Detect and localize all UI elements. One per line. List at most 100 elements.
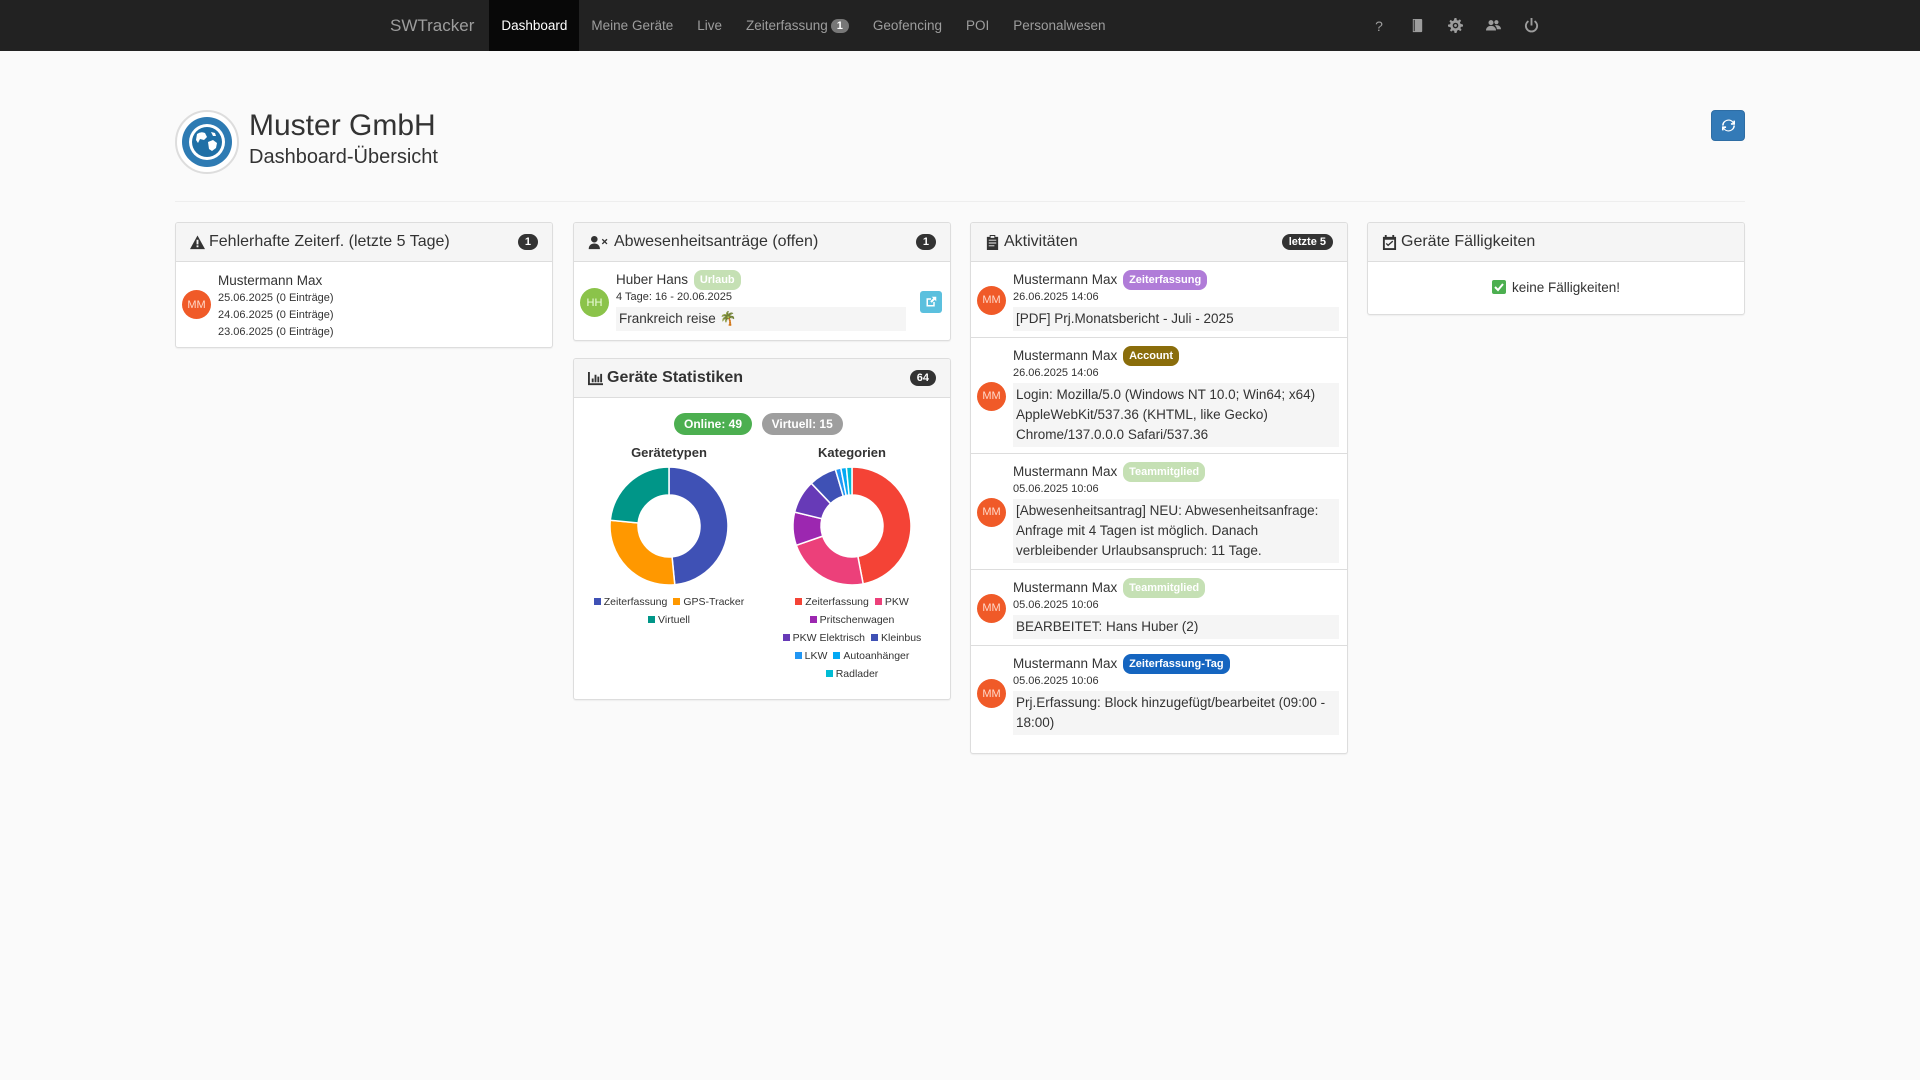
legend-label: Virtuell xyxy=(658,614,690,626)
avatar: MM xyxy=(977,381,1006,411)
legend-swatch xyxy=(648,616,656,623)
entry-message: Frankreich reise 🌴 xyxy=(616,307,906,331)
slice-zeiterfassung xyxy=(851,466,912,585)
legend-item: PKW Elektrisch xyxy=(782,632,865,644)
activity-item[interactable]: MM Mustermann Max Zeiterfassung-Tag 05.06.… xyxy=(971,646,1347,741)
chart-title: Kategorien xyxy=(818,445,886,460)
gear-icon[interactable] xyxy=(1436,0,1474,51)
legend-swatch xyxy=(794,652,802,659)
panel-abwesenheitsantraege: Abwesenheitsanträge (offen) 1 HH Huber H… xyxy=(573,222,951,341)
warning-icon xyxy=(190,234,205,250)
legend-label: Zeiterfassung xyxy=(603,596,668,608)
avatar: HH xyxy=(580,288,609,317)
activity-label: Teammitglied xyxy=(1123,578,1206,598)
page-header: Muster GmbH Dashboard-Übersicht xyxy=(175,108,1745,202)
panel-heading: Aktivitäten letzte 5 xyxy=(971,223,1347,262)
nav-live[interactable]: Live xyxy=(685,0,734,51)
legend-swatch xyxy=(593,598,601,605)
brand-link[interactable]: SWTracker xyxy=(378,0,489,51)
entry-message: Login: Mozilla/5.0 (Windows NT 10.0; Win… xyxy=(1013,383,1339,447)
count-badge: 64 xyxy=(909,370,936,386)
book-icon[interactable] xyxy=(1398,0,1436,51)
entry-message: [PDF] Prj.Monatsbericht - Juli - 2025 xyxy=(1013,307,1339,331)
online-pill: Online: 49 xyxy=(674,413,753,435)
avatar: MM xyxy=(977,679,1006,708)
entry-date: 4 Tage: 16 - 20.06.2025 xyxy=(616,291,733,303)
check-icon xyxy=(1491,280,1506,294)
nav-personalwesen[interactable]: Personalwesen xyxy=(1001,0,1117,51)
clipboard-icon xyxy=(985,234,1000,250)
entry-name: Mustermann Max xyxy=(1013,464,1118,479)
panel-heading: Fehlerhafte Zeiterf. (letzte 5 Tage) 1 xyxy=(176,223,552,262)
help-glyph: ? xyxy=(1375,17,1383,34)
nav-geofencing-label: Geofencing xyxy=(872,18,942,33)
activity-item[interactable]: MM Mustermann Max Teammitglied 05.06.2025 … xyxy=(971,454,1347,570)
legend-swatch xyxy=(825,670,833,677)
nav-dashboard[interactable]: Dashboard xyxy=(489,0,580,51)
donut-chart xyxy=(792,466,912,586)
legend-label: GPS-Tracker xyxy=(683,596,745,608)
panel-heading: Abwesenheitsanträge (offen) 1 xyxy=(574,223,950,262)
activity-item[interactable]: MM Mustermann Max Account 26.06.2025 14:06… xyxy=(971,338,1347,454)
activity-list: MM Mustermann Max Zeiterfassung 26.06.2025… xyxy=(971,262,1347,741)
chart-legend: Zeiterfassung GPS-Tracker Virtuell xyxy=(584,593,754,629)
avatar: MM xyxy=(182,290,211,319)
entry-date: 24.06.2025 (0 Einträge) xyxy=(218,309,334,321)
legend-swatch xyxy=(809,616,817,623)
list-item[interactable]: HH Huber Hans Urlaub 4 Tage: 16 - 20.06.… xyxy=(574,262,950,337)
entry-date: 05.06.2025 10:06 xyxy=(1013,599,1099,611)
activity-item[interactable]: MM Mustermann Max Zeiterfassung 26.06.2025… xyxy=(971,262,1347,338)
entry-message: Prj.Erfassung: Block hinzugefügt/bearbei… xyxy=(1013,691,1339,735)
nav-poi[interactable]: POI xyxy=(954,0,1001,51)
chart-title: Gerätetypen xyxy=(631,445,707,460)
nav-meine-geraete[interactable]: Meine Geräte xyxy=(579,0,685,51)
open-external-button[interactable] xyxy=(920,291,942,313)
calendar-check-icon xyxy=(1382,234,1397,250)
slice-virtuell xyxy=(609,466,670,524)
panel-geraete-statistiken: Geräte Statistiken 64 Online: 49 Virtuel… xyxy=(573,358,951,700)
slice-pkw xyxy=(795,535,865,586)
power-icon[interactable] xyxy=(1512,0,1550,51)
nav-personalwesen-label: Personalwesen xyxy=(1013,18,1106,33)
top-navbar: SWTracker Dashboard Meine Geräte Live Ze… xyxy=(0,0,1920,51)
external-link-icon xyxy=(926,296,937,307)
legend-item: Pritschenwagen xyxy=(809,614,894,626)
entry-name: Mustermann Max xyxy=(1013,272,1118,287)
nav-geofencing[interactable]: Geofencing xyxy=(861,0,954,51)
company-name: Muster GmbH xyxy=(249,109,436,142)
entry-name: Mustermann Max xyxy=(218,273,323,288)
entry-date: 05.06.2025 10:06 xyxy=(1013,675,1099,687)
entry-date: 25.06.2025 (0 Einträge) xyxy=(218,292,334,304)
activity-item[interactable]: MM Mustermann Max Teammitglied 05.06.2025 … xyxy=(971,570,1347,646)
activity-label: Zeiterfassung xyxy=(1123,270,1208,290)
legend-label: Radlader xyxy=(835,668,879,680)
legend-swatch xyxy=(874,598,882,605)
legend-label: PKW xyxy=(884,596,909,608)
nav-meine-geraete-label: Meine Geräte xyxy=(591,18,674,33)
chart-legend: Zeiterfassung PKW Pritschenwagen PKW Elektr… xyxy=(762,593,942,683)
chart-kategorien: Kategorien Zeiterfassung PKW Pritschenwage… xyxy=(762,445,942,683)
panel-title: Fehlerhafte Zeiterf. (letzte 5 Tage) xyxy=(209,233,450,250)
avatar: MM xyxy=(977,497,1006,527)
nav-zeiterfassung[interactable]: Zeiterfassung 1 xyxy=(734,0,861,51)
activity-label: Zeiterfassung-Tag xyxy=(1123,654,1230,674)
panel-title: Geräte Fälligkeiten xyxy=(1401,233,1536,250)
legend-swatch xyxy=(673,598,681,605)
users-icon[interactable] xyxy=(1474,0,1512,51)
help-icon[interactable]: ? xyxy=(1360,0,1398,51)
entry-message: BEARBEITET: Hans Huber (2) xyxy=(1013,615,1339,639)
entry-name: Huber Hans xyxy=(616,272,689,287)
nav-poi-label: POI xyxy=(965,18,990,33)
refresh-button[interactable] xyxy=(1711,110,1745,141)
legend-swatch xyxy=(782,634,790,641)
entry-name: Mustermann Max xyxy=(1013,580,1118,595)
legend-label: Autoanhänger xyxy=(843,650,910,662)
list-item[interactable]: MM Mustermann Max 25.06.2025 (0 Einträge… xyxy=(176,262,552,347)
legend-label: LKW xyxy=(804,650,828,662)
legend-label: Kleinbus xyxy=(881,632,922,644)
donut-chart xyxy=(609,466,729,586)
entry-date: 05.06.2025 10:06 xyxy=(1013,483,1099,495)
legend-label: Zeiterfassung xyxy=(805,596,869,608)
nav-zeiterfassung-badge: 1 xyxy=(830,18,849,33)
empty-state: keine Fälligkeiten! xyxy=(1368,262,1744,295)
